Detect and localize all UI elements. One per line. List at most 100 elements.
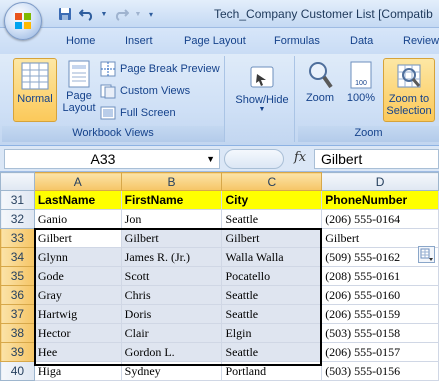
select-all-corner[interactable]	[0, 172, 35, 191]
full-screen-button[interactable]: Full Screen	[100, 103, 176, 123]
cell[interactable]: Gilbert	[120, 228, 223, 248]
show-hide-group: Show/Hide ▼	[229, 56, 295, 142]
undo-icon[interactable]	[78, 5, 96, 23]
zoom-100-label: 100%	[346, 92, 376, 104]
name-box-dropdown-icon[interactable]: ▼	[206, 154, 215, 164]
cell[interactable]: Ganio	[33, 209, 122, 229]
formula-input[interactable]: Gilbert	[314, 149, 439, 169]
cell[interactable]: Walla Walla	[221, 247, 323, 267]
table-row: 34 Glynn James R. (Jr.) Walla Walla (509…	[0, 247, 439, 267]
table-row: 38 Hector Clair Elgin (503) 555-0158	[0, 323, 439, 343]
tab-review[interactable]: Review	[403, 35, 439, 47]
cell[interactable]: Portland	[221, 361, 323, 381]
column-header[interactable]: A	[33, 172, 122, 191]
cell[interactable]: Gilbert	[321, 228, 439, 248]
row-header[interactable]: 33	[0, 228, 35, 248]
insert-function-icon[interactable]: fx	[294, 150, 306, 165]
cell[interactable]: Seattle	[221, 209, 323, 229]
cell-header-firstname[interactable]: FirstName	[120, 190, 223, 210]
cell[interactable]: (206) 555-0164	[321, 209, 439, 229]
tab-home[interactable]: Home	[66, 35, 95, 47]
cell[interactable]: Doris	[120, 304, 223, 324]
cell[interactable]: Clair	[120, 323, 223, 343]
undo-dropdown-icon[interactable]: ▼	[100, 5, 108, 23]
tab-page-layout[interactable]: Page Layout	[184, 35, 246, 47]
cell[interactable]: Gilbert	[221, 228, 323, 248]
normal-view-button[interactable]: Normal	[13, 58, 57, 122]
paste-options-button[interactable]	[418, 246, 435, 263]
row-header[interactable]: 39	[0, 342, 35, 362]
cell[interactable]: Hee	[33, 342, 122, 362]
save-icon[interactable]	[56, 5, 74, 23]
zoom-100-icon: 100	[347, 60, 375, 90]
cell-header-city[interactable]: City	[221, 190, 323, 210]
cell-header-phonenumber[interactable]: PhoneNumber	[321, 190, 439, 210]
row-header[interactable]: 35	[0, 266, 35, 286]
cell-grid: A B C D 31 LastName FirstName City Phone…	[0, 172, 439, 381]
active-cell[interactable]: Gilbert	[33, 228, 122, 248]
table-row: 37 Hartwig Doris Seattle (206) 555-0159	[0, 304, 439, 324]
cell[interactable]: Chris	[120, 285, 223, 305]
cell[interactable]: Gode	[33, 266, 122, 286]
column-header[interactable]: B	[120, 172, 223, 191]
show-hide-button[interactable]: Show/Hide ▼	[232, 58, 292, 122]
cell[interactable]: (503) 555-0156	[321, 361, 439, 381]
cell[interactable]: Seattle	[221, 285, 323, 305]
zoom-100-button[interactable]: 100 100%	[342, 58, 380, 122]
table-row: 36 Gray Chris Seattle (206) 555-0160	[0, 285, 439, 305]
ribbon: Normal Page Layout Page Break Preview Cu…	[0, 54, 439, 146]
cell[interactable]: Pocatello	[221, 266, 323, 286]
office-button[interactable]	[4, 2, 42, 40]
row-header[interactable]: 38	[0, 323, 35, 343]
svg-text:100: 100	[355, 80, 367, 87]
redo-dropdown-icon[interactable]: ▼	[134, 5, 142, 23]
row-header[interactable]: 37	[0, 304, 35, 324]
cell[interactable]: Hector	[33, 323, 122, 343]
cell[interactable]: (206) 555-0160	[321, 285, 439, 305]
zoom-to-selection-button[interactable]: Zoom to Selection	[383, 58, 435, 122]
table-row: 31 LastName FirstName City PhoneNumber	[0, 190, 439, 210]
cell[interactable]: Seattle	[221, 304, 323, 324]
formula-bar-splitter[interactable]	[224, 149, 284, 169]
name-box[interactable]: A33 ▼	[4, 149, 220, 169]
page-break-preview-button[interactable]: Page Break Preview	[100, 59, 220, 79]
show-hide-dropdown-icon: ▼	[258, 106, 266, 113]
row-header[interactable]: 40	[0, 361, 35, 381]
cell[interactable]: Jon	[120, 209, 223, 229]
show-hide-icon	[248, 64, 276, 92]
zoom-to-selection-label: Zoom to Selection	[386, 93, 432, 117]
tab-formulas[interactable]: Formulas	[274, 35, 320, 47]
cell[interactable]: Scott	[120, 266, 223, 286]
zoom-button[interactable]: Zoom	[301, 58, 339, 122]
redo-icon[interactable]	[112, 5, 130, 23]
row-header[interactable]: 32	[0, 209, 35, 229]
cell[interactable]: (503) 555-0158	[321, 323, 439, 343]
page-break-preview-icon	[100, 61, 116, 77]
normal-view-icon	[20, 61, 50, 91]
cell[interactable]: Elgin	[221, 323, 323, 343]
cell[interactable]: (206) 555-0157	[321, 342, 439, 362]
cell-header-lastname[interactable]: LastName	[33, 190, 122, 210]
zoom-group-label: Zoom	[298, 126, 439, 142]
page-layout-view-button[interactable]: Page Layout	[61, 58, 97, 122]
cell[interactable]: Glynn	[33, 247, 122, 267]
cell[interactable]: Sydney	[120, 361, 223, 381]
magnifier-icon	[306, 60, 334, 90]
cell[interactable]: Seattle	[221, 342, 323, 362]
row-header[interactable]: 36	[0, 285, 35, 305]
tab-data[interactable]: Data	[350, 35, 373, 47]
row-header[interactable]: 34	[0, 247, 35, 267]
cell[interactable]: (206) 555-0159	[321, 304, 439, 324]
cell[interactable]: Gray	[33, 285, 122, 305]
cell[interactable]: Higa	[33, 361, 122, 381]
column-header[interactable]: C	[221, 172, 323, 191]
cell[interactable]: Hartwig	[33, 304, 122, 324]
custom-views-button[interactable]: Custom Views	[100, 81, 190, 101]
cell[interactable]: (208) 555-0161	[321, 266, 439, 286]
cell[interactable]: Gordon L.	[120, 342, 223, 362]
row-header[interactable]: 31	[0, 190, 35, 210]
tab-insert[interactable]: Insert	[125, 35, 153, 47]
cell[interactable]: James R. (Jr.)	[120, 247, 223, 267]
customize-qat-icon[interactable]: ▾	[146, 5, 156, 23]
column-header[interactable]: D	[321, 172, 439, 191]
